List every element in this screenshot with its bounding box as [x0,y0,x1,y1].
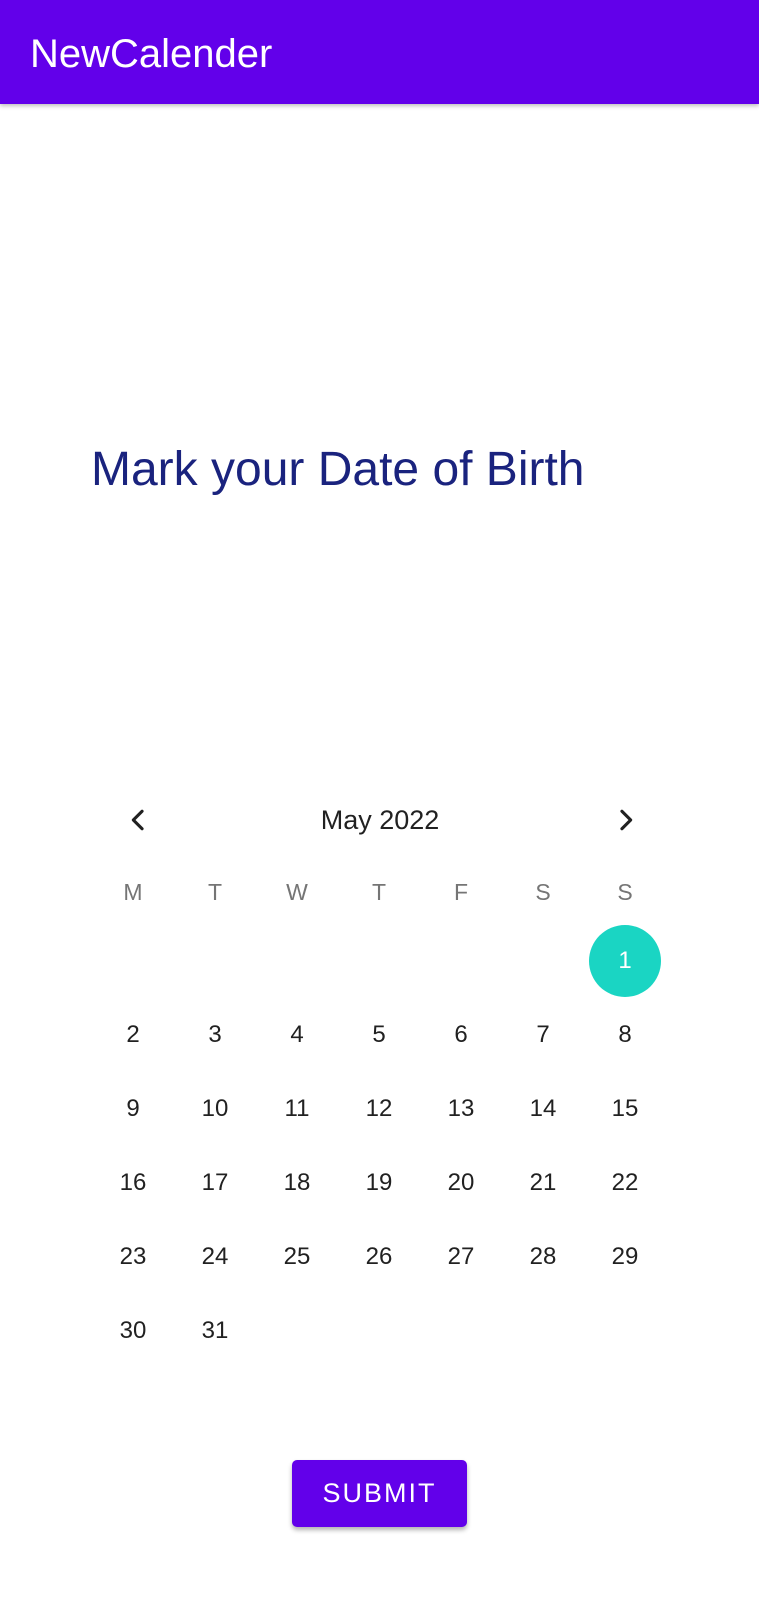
previous-month-button[interactable] [113,795,163,845]
day-number: 19 [365,1169,393,1196]
day-cell[interactable]: 30 [92,1294,174,1368]
app-title: NewCalender [30,32,273,76]
day-number: 28 [529,1243,557,1270]
day-cell[interactable]: 2 [92,998,174,1072]
day-number: 1 [589,925,661,997]
day-number: 11 [284,1095,310,1122]
weekday-label: S [535,879,551,905]
submit-button[interactable]: SUBMIT [292,1460,467,1527]
day-number: 20 [447,1169,475,1196]
page-heading: Mark your Date of Birth [91,443,585,496]
day-cell[interactable]: 19 [338,1146,420,1220]
day-number: 13 [447,1095,475,1122]
day-cell[interactable]: 26 [338,1220,420,1294]
day-cell[interactable]: 3 [174,998,256,1072]
calendar-view: May 2022 MTWTFSS 1 2 3 4 5 6 7 8 9 10 11 12 13 14 15 16… [92,790,668,1370]
day-cell[interactable]: 4 [256,998,338,1072]
day-number: 31 [201,1317,229,1344]
day-number: 25 [283,1243,311,1270]
day-number: 30 [119,1317,147,1344]
day-cell[interactable]: 13 [420,1072,502,1146]
weekday-label: T [371,879,387,905]
weekday-header-row: MTWTFSS [92,872,668,912]
day-cell[interactable]: 6 [420,998,502,1072]
day-cell[interactable]: 14 [502,1072,584,1146]
day-cell[interactable]: 25 [256,1220,338,1294]
day-number: 7 [536,1021,550,1048]
weekday-label: W [286,879,308,905]
day-number: 2 [126,1021,140,1048]
day-number: 3 [208,1021,222,1048]
day-cell[interactable]: 29 [584,1220,666,1294]
day-cell[interactable]: 16 [92,1146,174,1220]
day-number: 26 [365,1243,393,1270]
day-cell[interactable]: 18 [256,1146,338,1220]
day-number: 8 [618,1021,632,1048]
day-number: 21 [529,1169,557,1196]
day-number: 6 [454,1021,468,1048]
day-number: 12 [365,1095,393,1122]
day-cell[interactable]: 17 [174,1146,256,1220]
app-bar: NewCalender [0,0,759,104]
day-number: 5 [372,1021,386,1048]
day-number: 10 [201,1095,229,1122]
day-number: 14 [529,1095,557,1122]
day-cell[interactable]: 10 [174,1072,256,1146]
weekday-label: M [123,879,143,905]
day-number: 18 [283,1169,311,1196]
day-cell[interactable]: 23 [92,1220,174,1294]
day-cell[interactable]: 11 [256,1072,338,1146]
day-number: 17 [201,1169,229,1196]
day-cell[interactable]: 28 [502,1220,584,1294]
day-number: 23 [119,1243,147,1270]
calendar-header: May 2022 [92,790,668,850]
day-number: 24 [201,1243,229,1270]
chevron-left-icon [131,809,144,831]
day-cell[interactable]: 27 [420,1220,502,1294]
month-label: May 2022 [320,805,440,835]
day-number: 29 [611,1243,639,1270]
weekday-label: T [207,879,223,905]
day-number: 27 [447,1243,475,1270]
day-cell[interactable]: 9 [92,1072,174,1146]
selected-day-cell[interactable]: 1 [584,924,666,998]
day-cell[interactable]: 24 [174,1220,256,1294]
day-cell[interactable]: 22 [584,1146,666,1220]
weekday-label: F [453,879,469,905]
next-month-button[interactable] [601,795,651,845]
weekday-label: S [617,879,633,905]
day-cell[interactable]: 7 [502,998,584,1072]
chevron-right-icon [620,809,633,831]
day-number: 4 [290,1021,304,1048]
day-number: 15 [611,1095,639,1122]
day-cell[interactable]: 20 [420,1146,502,1220]
day-grid: 1 2 3 4 5 6 7 8 9 10 11 12 13 14 15 16 17 18 19 20 21 22 23 24 2… [92,924,668,1364]
day-cell[interactable]: 15 [584,1072,666,1146]
day-cell[interactable]: 8 [584,998,666,1072]
day-cell[interactable]: 21 [502,1146,584,1220]
day-cell[interactable]: 5 [338,998,420,1072]
day-cell[interactable]: 31 [174,1294,256,1368]
day-number: 9 [126,1095,140,1122]
day-cell[interactable]: 12 [338,1072,420,1146]
day-number: 16 [119,1169,147,1196]
day-number: 22 [611,1169,639,1196]
